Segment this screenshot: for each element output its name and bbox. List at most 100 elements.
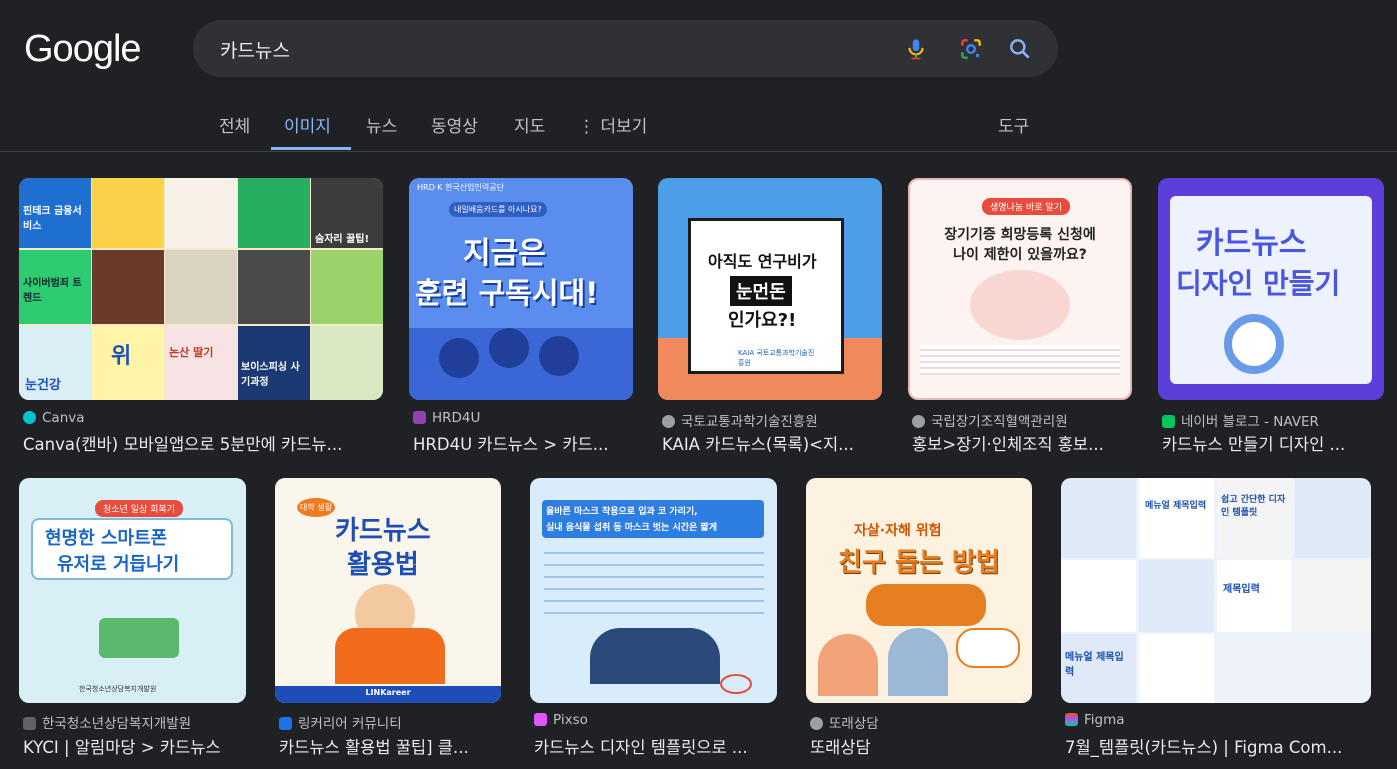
result-title[interactable]: 7월_템플릿(카드뉴스) | Figma Com... (1065, 734, 1365, 758)
result-source: 링커리어 커뮤니티 (279, 712, 402, 732)
thumb-text: 핀테크 금융서비스 (23, 206, 82, 232)
source-label: Pixso (553, 712, 588, 728)
microphone-icon[interactable] (903, 36, 929, 62)
thumb-text: 올바른 마스크 착용으로 입과 코 가리기, (546, 507, 698, 517)
thumb-text: 활용법 (347, 550, 419, 580)
result-source: Pixso (534, 712, 588, 728)
thumb-text: 한국청소년상담복지개발원 (79, 685, 157, 693)
tab-more[interactable]: ⋮ 더보기 (578, 112, 647, 150)
figma-icon (1065, 713, 1078, 726)
result-thumbnail[interactable]: 아직도 연구비가 눈먼돈 인가요?! KAIA 국토교통과학기술진흥원 (658, 178, 882, 400)
search-input[interactable]: 카드뉴스 (220, 36, 290, 63)
thumb-text: 장기기증 희망등록 신청에 (944, 227, 1096, 243)
source-label: HRD4U (432, 410, 481, 426)
tab-images[interactable]: 이미지 (271, 112, 351, 150)
result-title[interactable]: 홍보>장기·인체조직 홍보... (912, 431, 1132, 455)
thumb-text: 아직도 연구비가 (708, 252, 817, 271)
result-thumbnail[interactable]: 올바른 마스크 착용으로 입과 코 가리기, 실내 음식물 섭취 등 마스크 벗… (530, 478, 777, 703)
result-thumbnail[interactable]: 메뉴얼 제목입력 쉽고 간단한 디자인 템플릿 제목입력 메뉴얼 제목입력 (1061, 478, 1371, 703)
thumb-text: 쉽고 간단한 디자인 템플릿 (1221, 495, 1286, 518)
result-title[interactable]: HRD4U 카드뉴스 > 카드... (413, 431, 633, 455)
thumb-text: 자살·자해 위험 (854, 523, 942, 539)
favicon-icon (534, 713, 547, 726)
result-source: 국토교통과학기술진흥원 (662, 410, 818, 430)
thumb-text: 지금은 (463, 236, 546, 271)
thumb-text: 카드뉴스 (335, 516, 431, 546)
favicon-icon (413, 411, 426, 424)
result-thumbnail[interactable]: 핀테크 금융서비스 사이버범죄 트렌드 위 논산 딸기 눈건강 숨자리 꿀팁! … (19, 178, 383, 400)
image-result[interactable]: 대학 생활 카드뉴스 활용법 LINKareer 링커리어 커뮤니티 카드뉴스 … (275, 478, 510, 758)
source-label: 링커리어 커뮤니티 (298, 716, 402, 732)
image-result[interactable]: 생명나눔 바로 알기 장기기증 희망등록 신청에 나이 제한이 있을까요? 국립… (908, 178, 1138, 458)
image-result[interactable]: 올바른 마스크 착용으로 입과 코 가리기, 실내 음식물 섭취 등 마스크 벗… (530, 478, 785, 758)
thumb-text: 위 (111, 344, 132, 369)
tab-videos[interactable]: 동영상 (431, 112, 478, 150)
thumb-text: 사이버범죄 트렌드 (23, 278, 82, 304)
search-box[interactable]: 카드뉴스 (193, 20, 1058, 77)
result-source: HRD4U (413, 410, 480, 426)
thumb-text: 유저로 거듭나기 (57, 554, 180, 575)
tab-maps[interactable]: 지도 (514, 112, 545, 150)
globe-icon (810, 717, 823, 730)
thumb-text: 숨자리 꿀팁! (315, 234, 370, 245)
thumb-text: KAIA 국토교통과학기술진흥원 (738, 349, 815, 367)
favicon-icon (1162, 415, 1175, 428)
google-logo[interactable]: Google (24, 28, 142, 71)
tools-button[interactable]: 도구 (998, 112, 1029, 150)
thumb-text: 눈건강 (25, 378, 61, 393)
globe-icon (662, 415, 675, 428)
thumb-text: 제목입력 (1223, 584, 1260, 595)
thumb-text: 실내 음식물 섭취 등 마스크 벗는 시간은 짧게 (546, 523, 717, 533)
result-source: 네이버 블로그 - NAVER (1162, 410, 1319, 430)
result-thumbnail[interactable]: 생명나눔 바로 알기 장기기증 희망등록 신청에 나이 제한이 있을까요? (908, 178, 1132, 400)
thumb-text: 메뉴얼 제목입력 (1145, 501, 1207, 511)
thumb-text: 현명한 스마트폰 (45, 528, 168, 549)
thumb-text: 보이스피싱 사기과정 (241, 362, 300, 388)
source-label: 또래상담 (829, 716, 879, 732)
result-title[interactable]: KAIA 카드뉴스(목록)<지... (662, 431, 882, 455)
more-vert-icon: ⋮ (578, 117, 595, 137)
result-title[interactable]: 카드뉴스 만들기 디자인 ... (1162, 431, 1382, 455)
result-title[interactable]: KYCI | 알림마당 > 카드뉴스 (23, 734, 248, 758)
thumb-text: 청소년 일상 회복기 (95, 500, 183, 517)
result-title[interactable]: 카드뉴스 활용법 꿀팁] 클... (279, 734, 504, 758)
result-title[interactable]: Canva(캔바) 모바일앱으로 5분만에 카드뉴... (23, 431, 383, 455)
favicon-icon (279, 717, 292, 730)
image-result[interactable]: HRD·K 한국산업인력공단 내일배움카드를 아시나요? 지금은 훈련 구독시대… (409, 178, 639, 458)
tab-news[interactable]: 뉴스 (366, 112, 397, 150)
result-thumbnail[interactable]: 카드뉴스 디자인 만들기 (1158, 178, 1384, 400)
image-result[interactable]: 카드뉴스 디자인 만들기 네이버 블로그 - NAVER 카드뉴스 만들기 디자… (1158, 178, 1388, 458)
source-label: Canva (42, 410, 85, 426)
source-label: 국토교통과학기술진흥원 (681, 414, 818, 430)
image-result[interactable]: 아직도 연구비가 눈먼돈 인가요?! KAIA 국토교통과학기술진흥원 국토교통… (658, 178, 888, 458)
thumb-text: LINKareer (365, 688, 411, 697)
tab-all[interactable]: 전체 (219, 112, 250, 150)
search-tabs: 전체 이미지 뉴스 동영상 지도 ⋮ 더보기 도구 (0, 100, 1397, 150)
thumb-text: 메뉴얼 제목입력 (1065, 652, 1124, 678)
globe-icon (912, 415, 925, 428)
result-source: Canva (23, 410, 85, 426)
result-title[interactable]: 또래상담 (810, 734, 1035, 758)
image-result[interactable]: 청소년 일상 회복기 현명한 스마트폰 유저로 거듭나기 한국청소년상담복지개발… (19, 478, 254, 758)
search-icon[interactable] (1007, 36, 1033, 62)
result-source: 또래상담 (810, 712, 879, 732)
thumb-text: 대학 생활 (297, 498, 335, 517)
thumb-text: HRD·K 한국산업인력공단 (417, 183, 504, 192)
result-thumbnail[interactable]: 대학 생활 카드뉴스 활용법 LINKareer (275, 478, 501, 703)
result-source: 한국청소년상담복지개발원 (23, 712, 191, 732)
image-result[interactable]: 자살·자해 위험 친구 돕는 방법 또래상담 또래상담 (806, 478, 1041, 758)
favicon-icon (23, 411, 36, 424)
result-thumbnail[interactable]: 청소년 일상 회복기 현명한 스마트폰 유저로 거듭나기 한국청소년상담복지개발… (19, 478, 246, 703)
camera-lens-icon[interactable] (958, 36, 984, 62)
image-result[interactable]: 메뉴얼 제목입력 쉽고 간단한 디자인 템플릿 제목입력 메뉴얼 제목입력 Fi… (1061, 478, 1376, 758)
thumb-text: 훈련 구독시대! (415, 276, 599, 310)
tabs-divider (0, 151, 1397, 152)
result-title[interactable]: 카드뉴스 디자인 템플릿으로 ... (534, 734, 779, 758)
result-source: Figma (1065, 712, 1125, 728)
thumb-text: 논산 딸기 (169, 346, 214, 359)
result-thumbnail[interactable]: HRD·K 한국산업인력공단 내일배움카드를 아시나요? 지금은 훈련 구독시대… (409, 178, 633, 400)
image-result[interactable]: 핀테크 금융서비스 사이버범죄 트렌드 위 논산 딸기 눈건강 숨자리 꿀팁! … (19, 178, 389, 458)
result-thumbnail[interactable]: 자살·자해 위험 친구 돕는 방법 (806, 478, 1032, 703)
favicon-icon (23, 717, 36, 730)
result-source: 국립장기조직혈액관리원 (912, 410, 1068, 430)
